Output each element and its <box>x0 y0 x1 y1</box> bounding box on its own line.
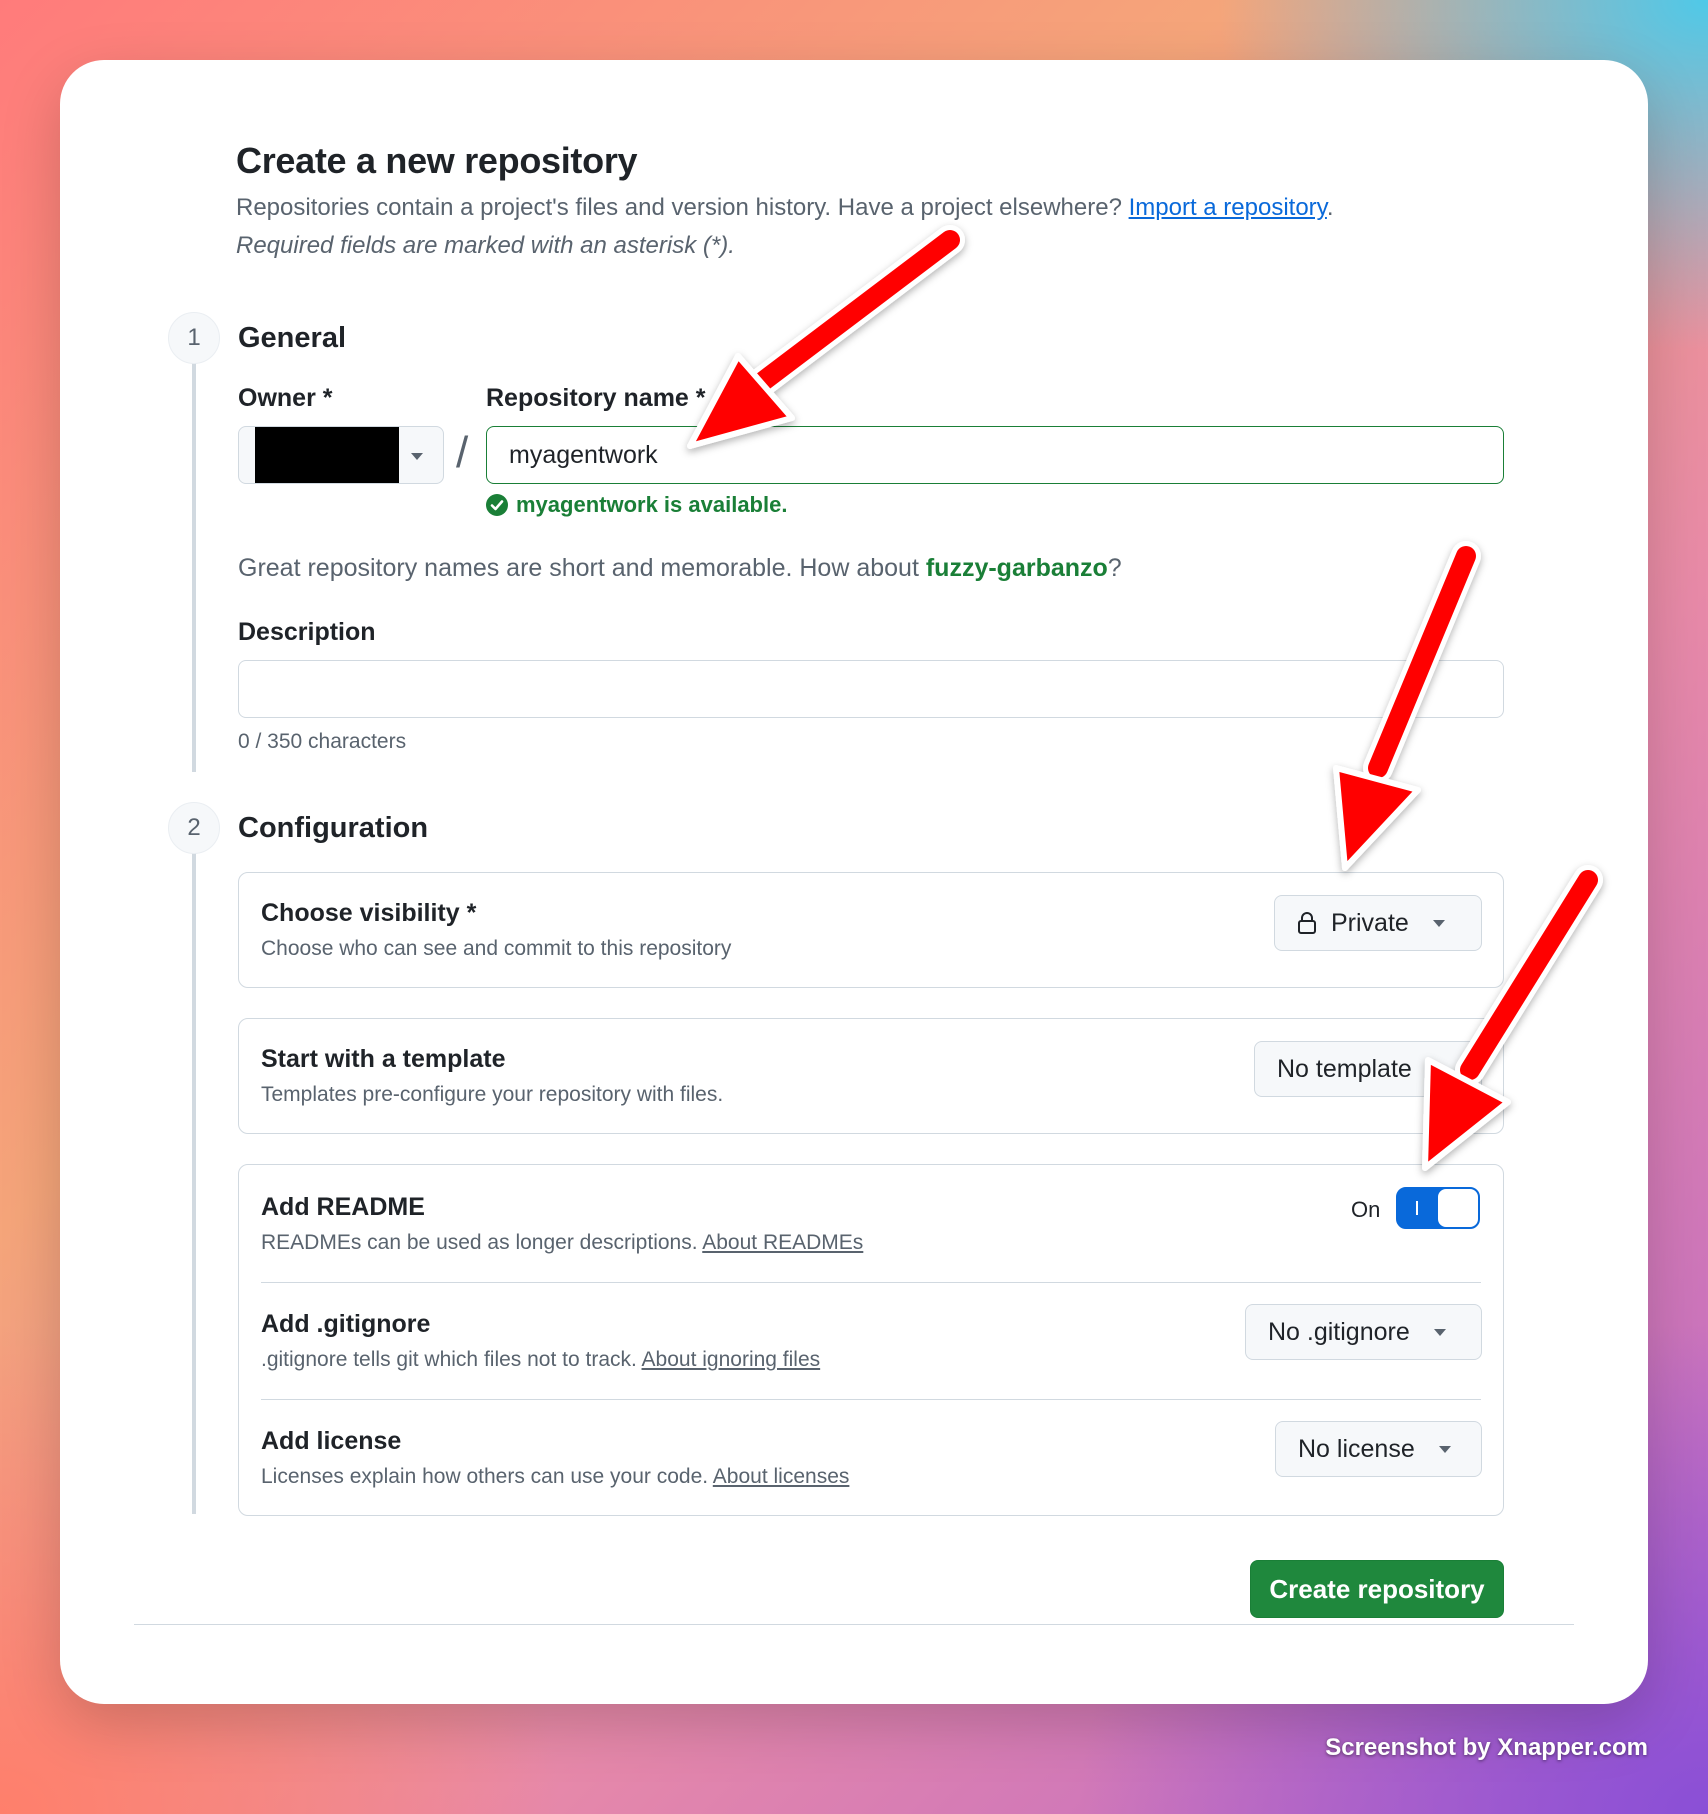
template-dropdown[interactable]: No template <box>1254 1041 1482 1097</box>
license-dropdown[interactable]: No license <box>1275 1421 1482 1477</box>
visibility-panel: Choose visibility * Choose who can see a… <box>238 872 1504 988</box>
readme-desc-text: READMEs can be used as longer descriptio… <box>261 1231 698 1254</box>
repository-name-label: Repository name * <box>486 384 706 412</box>
gitignore-description: .gitignore tells git which files not to … <box>261 1348 820 1372</box>
owner-repo-separator: / <box>456 428 469 477</box>
footer-divider <box>134 1624 1574 1625</box>
readme-toggle[interactable] <box>1396 1187 1480 1229</box>
chevron-down-icon <box>1432 919 1445 927</box>
suggested-name-link[interactable]: fuzzy-garbanzo <box>926 554 1108 582</box>
divider <box>261 1282 1481 1283</box>
template-panel: Start with a template Templates pre-conf… <box>238 1018 1504 1134</box>
license-value: No license <box>1298 1434 1415 1463</box>
suggestion-text: Great repository names are short and mem… <box>238 554 919 582</box>
step-number-general: 1 <box>168 312 220 364</box>
availability-status: myagentwork is available. <box>486 492 787 518</box>
about-readmes-link[interactable]: About READMEs <box>702 1231 863 1254</box>
toggle-knob <box>1437 1188 1479 1228</box>
readme-title: Add README <box>261 1193 425 1221</box>
step-connector-line <box>192 362 196 772</box>
description-input[interactable] <box>238 660 1504 718</box>
repository-name-input[interactable] <box>486 426 1504 484</box>
required-note: Required fields are marked with an aster… <box>236 232 735 259</box>
section-title-configuration: Configuration <box>238 812 429 844</box>
visibility-title: Choose visibility * <box>261 899 477 927</box>
character-counter: 0 / 350 characters <box>238 730 407 753</box>
template-description: Templates pre-configure your repository … <box>261 1083 724 1106</box>
intro-body: Repositories contain a project's files a… <box>236 194 1122 221</box>
import-repository-link[interactable]: Import a repository <box>1129 194 1327 221</box>
about-licenses-link[interactable]: About licenses <box>713 1465 850 1488</box>
chevron-down-icon <box>1433 1328 1446 1336</box>
license-title: Add license <box>261 1427 402 1455</box>
visibility-value: Private <box>1331 908 1409 937</box>
step-number-configuration: 2 <box>168 802 220 854</box>
about-ignoring-files-link[interactable]: About ignoring files <box>642 1348 821 1371</box>
page-title: Create a new repository <box>236 140 638 181</box>
toggle-on-indicator <box>1416 1201 1418 1215</box>
visibility-dropdown[interactable]: Private <box>1274 895 1482 951</box>
owner-label: Owner * <box>238 384 333 412</box>
license-desc-text: Licenses explain how others can use your… <box>261 1465 709 1488</box>
license-description: Licenses explain how others can use your… <box>261 1465 849 1489</box>
gitignore-dropdown[interactable]: No .gitignore <box>1245 1304 1482 1360</box>
gitignore-title: Add .gitignore <box>261 1310 431 1338</box>
chevron-down-icon <box>1438 1445 1451 1453</box>
gitignore-desc-text: .gitignore tells git which files not to … <box>261 1348 637 1371</box>
template-value: No template <box>1277 1054 1412 1083</box>
gitignore-value: No .gitignore <box>1268 1317 1410 1346</box>
lock-icon <box>1298 912 1316 934</box>
template-title: Start with a template <box>261 1045 506 1073</box>
readme-toggle-state: On <box>1351 1197 1381 1222</box>
intro-text: Repositories contain a project's files a… <box>236 194 1334 221</box>
section-title-general: General <box>238 322 346 354</box>
name-suggestion: Great repository names are short and mem… <box>238 554 1122 582</box>
owner-redacted-value <box>255 427 399 483</box>
owner-select[interactable] <box>238 426 444 484</box>
chevron-down-icon <box>1425 1065 1438 1073</box>
create-repository-button[interactable]: Create repository <box>1250 1560 1504 1618</box>
chevron-down-icon <box>411 453 423 460</box>
step-connector-line <box>192 852 196 1514</box>
readme-description: READMEs can be used as longer descriptio… <box>261 1231 863 1255</box>
description-label: Description <box>238 618 376 646</box>
divider <box>261 1399 1481 1400</box>
watermark: Screenshot by Xnapper.com <box>1325 1734 1648 1761</box>
visibility-description: Choose who can see and commit to this re… <box>261 937 732 960</box>
availability-text: myagentwork is available. <box>516 492 788 517</box>
check-circle-icon <box>486 494 508 516</box>
files-panel: Add README READMEs can be used as longer… <box>238 1164 1504 1516</box>
